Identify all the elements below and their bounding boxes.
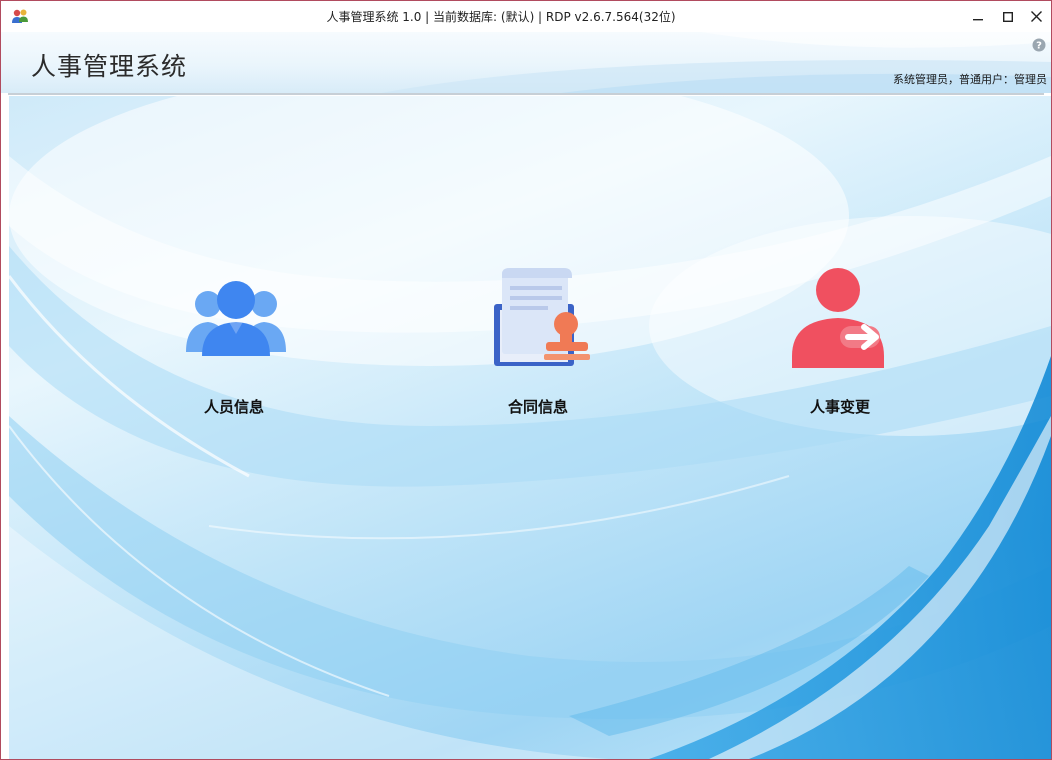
tile-label: 人员信息 [203,398,264,416]
user-info: 系统管理员，普通用户：管理员 [893,73,1047,86]
app-title: 人事管理系统 [31,52,188,81]
people-icon [186,281,286,356]
background-art [9,96,1051,759]
main-panel: 人员信息 合同信息 人事变更 [9,96,1051,759]
contract-stamp-icon [494,268,590,366]
tile-label: 人事变更 [809,398,870,416]
svg-text:?: ? [1036,41,1042,52]
tile-label: 合同信息 [507,398,568,416]
maximize-icon [1003,11,1013,22]
minimize-icon [973,18,983,20]
tile-personnel-info[interactable]: 人员信息 [144,264,324,424]
tile-contract-info[interactable]: 合同信息 [448,264,628,424]
maximize-button[interactable] [993,1,1023,32]
minimize-button[interactable] [963,1,993,32]
person-transfer-icon [792,268,884,368]
app-window: 人事管理系统 1.0 | 当前数据库: (默认) | RDP v2.6.7.56… [0,0,1052,760]
title-bar: 人事管理系统 1.0 | 当前数据库: (默认) | RDP v2.6.7.56… [1,1,1051,32]
tile-personnel-change[interactable]: 人事变更 [750,264,930,424]
app-header: 人事管理系统 ? 系统管理员，普通用户：管理员 [1,32,1051,93]
help-icon[interactable]: ? [1032,38,1046,52]
close-button[interactable] [1021,1,1051,32]
close-icon [1030,11,1042,22]
header-divider [8,93,1044,95]
window-title: 人事管理系统 1.0 | 当前数据库: (默认) | RDP v2.6.7.56… [326,10,676,24]
